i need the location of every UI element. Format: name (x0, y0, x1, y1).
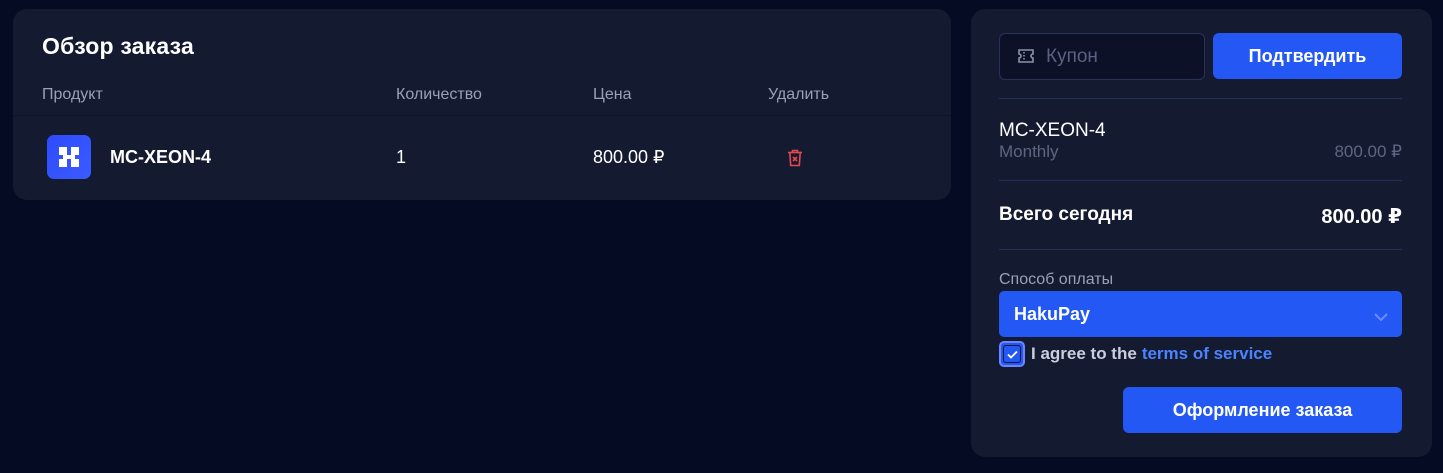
column-header-quantity: Количество (396, 86, 482, 103)
total-label: Всего сегодня (999, 204, 1134, 225)
terms-of-service-link[interactable]: terms of service (1142, 344, 1272, 364)
column-header-product: Продукт (42, 86, 103, 103)
summary-item-price: 800.00 ₽ (1334, 142, 1402, 161)
checkout-button[interactable]: Оформление заказа (1123, 387, 1402, 433)
confirm-coupon-button[interactable]: Подтвердить (1213, 33, 1402, 79)
order-summary-card: Подтвердить MC-XEON-4 Monthly 800.00 ₽ В… (971, 9, 1432, 457)
payment-method-value: HakuPay (1014, 304, 1091, 324)
pixel-logo-icon (59, 147, 79, 167)
coupon-field[interactable] (999, 33, 1205, 80)
agree-text: I agree to the (1031, 344, 1137, 363)
remove-item-button[interactable] (787, 149, 803, 167)
summary-divider (999, 98, 1402, 99)
ticket-icon (1018, 49, 1034, 68)
trash-icon (788, 149, 802, 167)
payment-method-select[interactable]: HakuPay (999, 291, 1402, 337)
total-value: 800.00 ₽ (1321, 206, 1402, 228)
payment-method-label: Способ оплаты (999, 271, 1114, 288)
coupon-input[interactable] (1046, 34, 1196, 79)
order-title: Обзор заказа (42, 33, 194, 59)
order-overview-card: Обзор заказа Продукт Количество Цена Уда… (13, 9, 951, 200)
summary-divider (999, 249, 1402, 250)
summary-item-name: MC-XEON-4 (999, 120, 1106, 141)
checkout-page: Обзор заказа Продукт Количество Цена Уда… (0, 0, 1443, 473)
summary-divider (999, 180, 1402, 181)
product-name: MC-XEON-4 (110, 147, 212, 167)
check-icon (1006, 350, 1018, 359)
terms-agreement: I agree to the terms of service (999, 341, 1272, 367)
terms-checkbox[interactable] (999, 341, 1025, 367)
table-row: MC-XEON-4 1 800.00 ₽ (13, 116, 951, 200)
chevron-down-icon (1374, 309, 1388, 327)
product-price: 800.00 ₽ (593, 147, 665, 167)
product-logo (47, 135, 91, 179)
summary-item-period: Monthly (999, 142, 1059, 161)
product-quantity: 1 (396, 147, 407, 167)
column-header-remove: Удалить (768, 86, 830, 103)
column-header-price: Цена (593, 86, 632, 103)
